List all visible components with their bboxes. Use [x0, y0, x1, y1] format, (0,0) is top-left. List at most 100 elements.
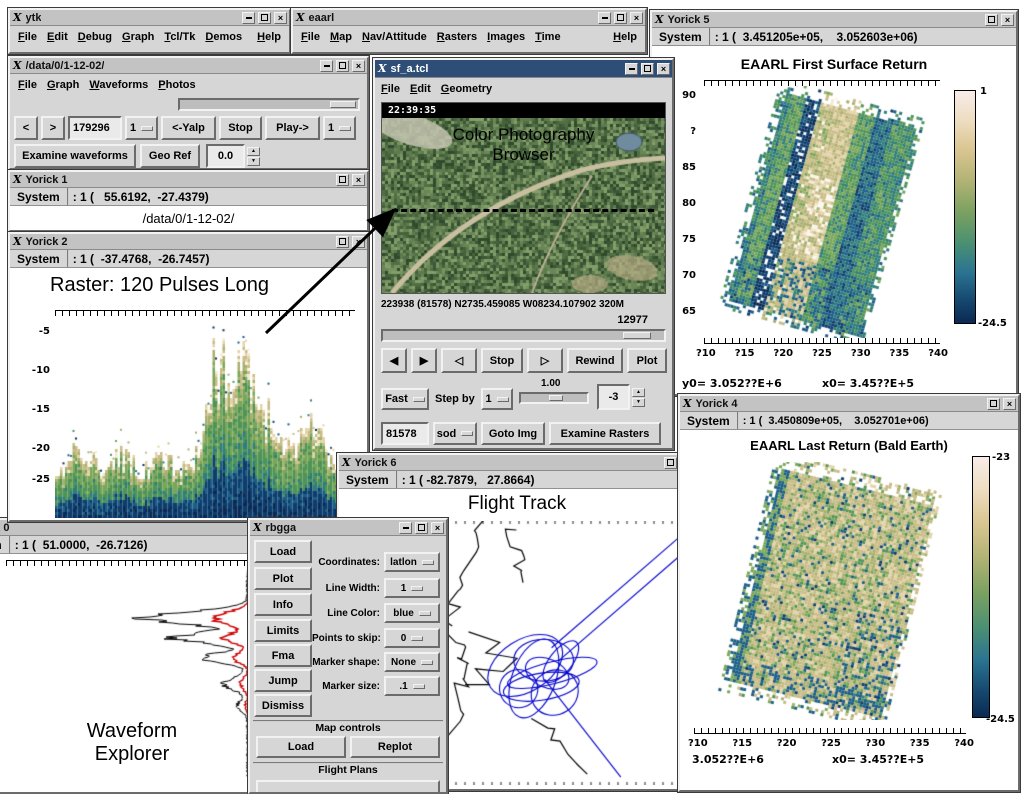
line-color-dropdown[interactable]: blue [384, 603, 440, 623]
step-left-dropdown[interactable]: 1 [125, 116, 158, 140]
titlebar-yorick2[interactable]: X Yorick 2 × [10, 234, 367, 250]
menu-file[interactable]: File [301, 31, 320, 43]
play-forward-button[interactable]: Play-> [265, 116, 320, 140]
waveform-raster-canvas[interactable] [55, 320, 355, 518]
photo-slider[interactable] [381, 329, 666, 342]
rate-slider-thumb[interactable] [549, 395, 563, 401]
flight-plans-partial-button[interactable] [256, 780, 440, 792]
titlebar-rbgga[interactable]: X rbgga × [250, 520, 446, 536]
raster-number-field[interactable]: 179296 [68, 116, 122, 140]
map-load-button[interactable]: Load [256, 736, 346, 758]
menu-geometry[interactable]: Geometry [441, 83, 492, 95]
maximize-button[interactable] [415, 522, 428, 534]
speed-dropdown[interactable]: Fast [381, 388, 429, 410]
step-right-dropdown[interactable]: 1 [323, 116, 356, 140]
titlebar-yorick4[interactable]: X Yorick 4 × [680, 396, 1018, 412]
step-by-dropdown[interactable]: 1 [481, 388, 513, 410]
info-button[interactable]: Info [254, 593, 312, 616]
load-button[interactable]: Load [254, 540, 312, 563]
maximize-button[interactable] [987, 398, 1000, 410]
spin-down-icon[interactable]: ▼ [247, 157, 260, 166]
rewind-button[interactable]: Rewind [567, 348, 623, 373]
step-back-button[interactable]: ◀ [381, 348, 407, 373]
minimize-button[interactable] [242, 12, 255, 24]
maximize-button[interactable] [664, 457, 677, 469]
menu-help[interactable]: Help [257, 31, 281, 43]
menu-time[interactable]: Time [535, 31, 561, 43]
menu-rasters[interactable]: Rasters [437, 31, 477, 43]
limits-button[interactable]: Limits [254, 619, 312, 642]
menu-graph[interactable]: Graph [47, 79, 79, 91]
menu-help[interactable]: Help [613, 31, 637, 43]
stop-button[interactable]: Stop [219, 116, 262, 140]
spin-up-icon[interactable]: ▲ [247, 147, 260, 156]
menu-demos[interactable]: Demos [205, 31, 242, 43]
play-backward-button[interactable]: <-Yalp [161, 116, 216, 140]
maximize-button[interactable] [641, 63, 654, 75]
maximize-button[interactable] [336, 174, 349, 186]
close-button[interactable]: × [352, 60, 365, 72]
stop-button[interactable]: Stop [481, 348, 523, 373]
units-dropdown[interactable]: sod [433, 422, 477, 445]
menu-file[interactable]: File [18, 79, 37, 91]
maximize-button[interactable] [336, 236, 349, 248]
menu-edit[interactable]: Edit [410, 83, 431, 95]
titlebar-eaarl[interactable]: X eaarl × [293, 10, 645, 26]
goto-img-button[interactable]: Goto Img [481, 422, 545, 445]
points-to-skip-dropdown[interactable]: 0 [384, 628, 440, 648]
plot-button[interactable]: Plot [627, 348, 667, 373]
examine-rasters-button[interactable]: Examine Rasters [549, 422, 661, 445]
marker-shape-dropdown[interactable]: None [384, 652, 440, 672]
coordinates-dropdown[interactable]: latlon [384, 552, 440, 572]
titlebar-yorick1[interactable]: X Yorick 1 × [10, 172, 367, 188]
minimize-button[interactable] [625, 63, 638, 75]
offset-spinner[interactable]: -3 ▲▼ [597, 384, 645, 410]
menu-map[interactable]: Map [330, 31, 352, 43]
maximize-button[interactable] [258, 12, 271, 24]
titlebar-yorick6[interactable]: X Yorick 6 × [339, 455, 695, 471]
dismiss-button[interactable]: Dismiss [254, 694, 312, 717]
menu-waveforms[interactable]: Waveforms [89, 79, 148, 91]
plot-button[interactable]: Plot [254, 567, 312, 590]
geo-ref-spinner[interactable]: 0.0 ▲▼ [206, 144, 260, 168]
bald-earth-heatmap-canvas[interactable] [694, 462, 966, 720]
map-replot-button[interactable]: Replot [350, 736, 440, 758]
menu-debug[interactable]: Debug [78, 31, 112, 43]
menu-graph[interactable]: Graph [122, 31, 154, 43]
close-button[interactable]: × [1003, 398, 1016, 410]
titlebar-data[interactable]: X /data/0/1-12-02/ × [10, 58, 367, 74]
line-width-dropdown[interactable]: 1 [384, 578, 440, 598]
step-forward-button[interactable]: ▶ [411, 348, 437, 373]
offset-value[interactable]: -3 [597, 384, 630, 410]
minimize-button[interactable] [399, 522, 412, 534]
titlebar-ytk[interactable]: X ytk × [10, 10, 289, 26]
close-button[interactable]: × [352, 174, 365, 186]
minimize-button[interactable] [598, 12, 611, 24]
play-button[interactable]: ▷ [527, 348, 563, 373]
maximize-button[interactable] [985, 14, 998, 26]
menu-edit[interactable]: Edit [47, 31, 68, 43]
menu-file[interactable]: File [381, 83, 400, 95]
minimize-button[interactable] [320, 60, 333, 72]
examine-waveforms-button[interactable]: Examine waveforms [14, 144, 136, 168]
close-button[interactable]: × [274, 12, 287, 24]
spin-up-icon[interactable]: ▲ [632, 388, 645, 397]
titlebar-sfa[interactable]: X sf_a.tcl × [375, 60, 672, 78]
play-reverse-button[interactable]: ◁ [441, 348, 477, 373]
titlebar-yorick5[interactable]: X Yorick 5 × [652, 12, 1016, 28]
menu-file[interactable]: File [18, 31, 37, 43]
raster-slider-thumb[interactable] [330, 101, 356, 108]
raster-slider[interactable] [178, 98, 360, 111]
prev-raster-button[interactable]: < [14, 116, 38, 140]
geo-ref-value[interactable]: 0.0 [206, 144, 245, 168]
menu-nav-attitude[interactable]: Nav/Attitude [362, 31, 427, 43]
maximize-button[interactable] [336, 60, 349, 72]
frame-number-field[interactable]: 81578 [381, 422, 429, 445]
marker-size-dropdown[interactable]: .1 [384, 676, 440, 696]
fma-button[interactable]: Fma [254, 644, 312, 667]
menu-images[interactable]: Images [487, 31, 525, 43]
spin-down-icon[interactable]: ▼ [632, 398, 645, 407]
photo-slider-thumb[interactable] [623, 332, 651, 339]
close-button[interactable]: × [1001, 14, 1014, 26]
rate-slider[interactable] [519, 392, 589, 404]
